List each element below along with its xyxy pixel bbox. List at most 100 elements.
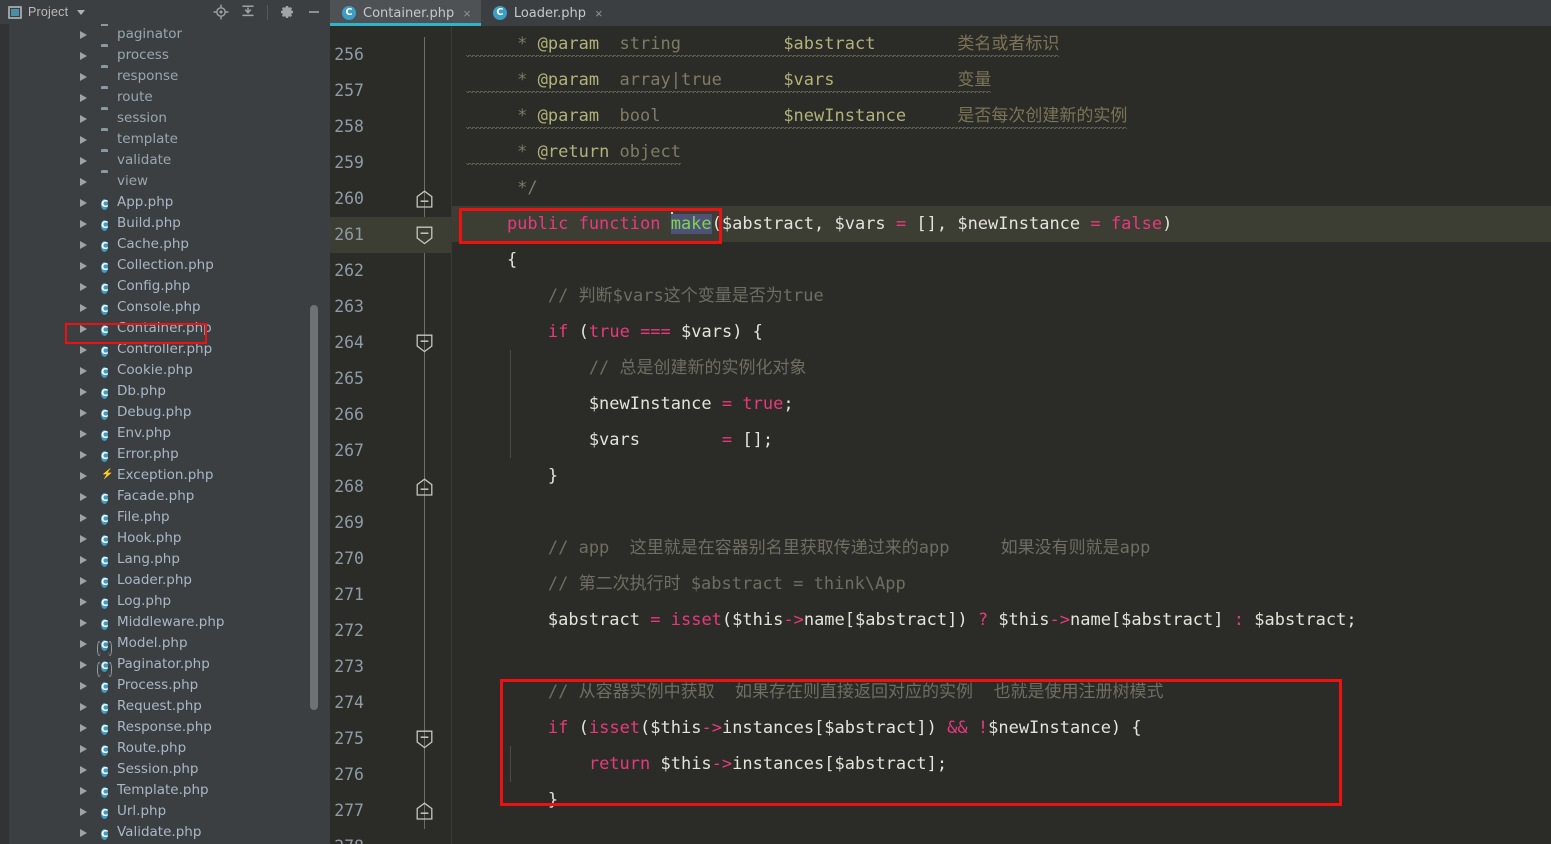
code-line-271[interactable]: // 第二次执行时 $abstract = think\App (452, 566, 1551, 602)
expand-arrow-icon[interactable] (80, 660, 87, 669)
tree-item-cache-php[interactable]: C Cache.php (9, 234, 330, 255)
tree-item-validate-php[interactable]: C Validate.php (9, 822, 330, 843)
tree-item-facade-php[interactable]: C Facade.php (9, 486, 330, 507)
code-line-274[interactable]: // 从容器实例中获取 如果存在则直接返回对应的实例 也就是使用注册树模式 (452, 674, 1551, 710)
tree-item-console-php[interactable]: C Console.php (9, 297, 330, 318)
tree-item-log-php[interactable]: C Log.php (9, 591, 330, 612)
expand-arrow-icon[interactable] (80, 72, 87, 81)
expand-arrow-icon[interactable] (80, 492, 87, 501)
tree-item-view[interactable]: view (9, 171, 330, 192)
code-line-268[interactable]: } (452, 458, 1551, 494)
code-line-263[interactable]: // 判断$vars这个变量是否为true (452, 278, 1551, 314)
project-tree-scrollbar[interactable] (310, 305, 318, 710)
code-line-278[interactable] (452, 818, 1551, 844)
expand-arrow-icon[interactable] (80, 429, 87, 438)
code-line-260[interactable]: */ (452, 170, 1551, 206)
locate-target-icon[interactable] (213, 4, 229, 20)
tree-item-response[interactable]: response (9, 66, 330, 87)
expand-arrow-icon[interactable] (80, 198, 87, 207)
tree-item-exception-php[interactable]: Exception.php (9, 465, 330, 486)
code-fold-toggle-icon[interactable] (416, 325, 433, 361)
tree-item-paginator[interactable]: paginator (9, 24, 330, 45)
expand-arrow-icon[interactable] (80, 576, 87, 585)
expand-arrow-icon[interactable] (80, 51, 87, 60)
code-line-275[interactable]: if (isset($this->instances[$abstract]) &… (452, 710, 1551, 746)
expand-arrow-icon[interactable] (80, 303, 87, 312)
expand-arrow-icon[interactable] (80, 702, 87, 711)
close-icon[interactable]: × (595, 6, 603, 21)
editor-tab-loader-php[interactable]: C Loader.php × (481, 0, 613, 26)
expand-arrow-icon[interactable] (80, 261, 87, 270)
tree-item-config-php[interactable]: C Config.php (9, 276, 330, 297)
project-title-group[interactable]: Project (8, 5, 86, 19)
expand-arrow-icon[interactable] (80, 408, 87, 417)
expand-arrow-icon[interactable] (80, 30, 87, 39)
tree-item-lang-php[interactable]: C Lang.php (9, 549, 330, 570)
editor-gutter[interactable]: 256 257 258 259 260 261 262 263 264 265 266 267 268 2… (330, 26, 452, 844)
expand-arrow-icon[interactable] (80, 93, 87, 102)
code-line-267[interactable]: $vars = []; (452, 422, 1551, 458)
expand-arrow-icon[interactable] (80, 240, 87, 249)
expand-arrow-icon[interactable] (80, 387, 87, 396)
tree-item-route-php[interactable]: C Route.php (9, 738, 330, 759)
expand-arrow-icon[interactable] (80, 513, 87, 522)
tree-item-session-php[interactable]: C Session.php (9, 759, 330, 780)
tree-item-error-php[interactable]: C Error.php (9, 444, 330, 465)
tree-item-db-php[interactable]: C Db.php (9, 381, 330, 402)
minimize-icon[interactable] (306, 4, 322, 20)
tree-item-loader-php[interactable]: C Loader.php (9, 570, 330, 591)
tree-item-request-php[interactable]: C Request.php (9, 696, 330, 717)
collapse-all-icon[interactable] (240, 4, 256, 20)
code-line-266[interactable]: $newInstance = true; (452, 386, 1551, 422)
code-line-262[interactable]: { (452, 242, 1551, 278)
code-fold-toggle-icon[interactable] (416, 469, 433, 505)
expand-arrow-icon[interactable] (80, 450, 87, 459)
tree-item-process[interactable]: process (9, 45, 330, 66)
code-line-256[interactable]: * @param string $abstract 类名或者标识 (452, 26, 1551, 62)
tree-item-collection-php[interactable]: C Collection.php (9, 255, 330, 276)
code-line-276[interactable]: return $this->instances[$abstract]; (452, 746, 1551, 782)
expand-arrow-icon[interactable] (80, 723, 87, 732)
tree-item-middleware-php[interactable]: C Middleware.php (9, 612, 330, 633)
expand-arrow-icon[interactable] (80, 618, 87, 627)
expand-arrow-icon[interactable] (80, 282, 87, 291)
tree-item-paginator-php[interactable]: C Paginator.php (9, 654, 330, 675)
tree-item-route[interactable]: route (9, 87, 330, 108)
code-fold-toggle-icon[interactable] (416, 181, 433, 217)
tree-item-controller-php[interactable]: C Controller.php (9, 339, 330, 360)
code-line-269[interactable] (452, 494, 1551, 530)
code-line-277[interactable]: } (452, 782, 1551, 818)
expand-arrow-icon[interactable] (80, 114, 87, 123)
expand-arrow-icon[interactable] (80, 786, 87, 795)
tree-item-container-php[interactable]: C Container.php (9, 318, 330, 339)
project-file-tree[interactable]: paginator process response route session temp… (9, 24, 330, 844)
expand-arrow-icon[interactable] (80, 156, 87, 165)
tree-item-cookie-php[interactable]: C Cookie.php (9, 360, 330, 381)
code-line-258[interactable]: * @param bool $newInstance 是否每次创建新的实例 (452, 98, 1551, 134)
expand-arrow-icon[interactable] (80, 807, 87, 816)
expand-arrow-icon[interactable] (80, 639, 87, 648)
code-fold-toggle-icon[interactable] (416, 721, 433, 757)
code-line-257[interactable]: * @param array|true $vars 变量 (452, 62, 1551, 98)
code-line-264[interactable]: if (true === $vars) { (452, 314, 1551, 350)
tree-item-env-php[interactable]: C Env.php (9, 423, 330, 444)
tree-item-hook-php[interactable]: C Hook.php (9, 528, 330, 549)
expand-arrow-icon[interactable] (80, 765, 87, 774)
expand-arrow-icon[interactable] (80, 744, 87, 753)
tree-item-response-php[interactable]: C Response.php (9, 717, 330, 738)
code-line-270[interactable]: // app 这里就是在容器别名里获取传递过来的app 如果没有则就是app (452, 530, 1551, 566)
code-content[interactable]: * @param string $abstract 类名或者标识 * @para… (452, 26, 1551, 844)
expand-arrow-icon[interactable] (80, 177, 87, 186)
chevron-down-icon[interactable] (77, 9, 86, 15)
code-line-265[interactable]: // 总是创建新的实例化对象 (452, 350, 1551, 386)
editor-tab-container-php[interactable]: C Container.php × (330, 0, 481, 26)
expand-arrow-icon[interactable] (80, 219, 87, 228)
code-line-259[interactable]: * @return object (452, 134, 1551, 170)
expand-arrow-icon[interactable] (80, 345, 87, 354)
tree-item-process-php[interactable]: C Process.php (9, 675, 330, 696)
code-fold-toggle-icon[interactable] (416, 217, 433, 253)
settings-gear-icon[interactable] (279, 4, 295, 20)
expand-arrow-icon[interactable] (80, 135, 87, 144)
code-fold-toggle-icon[interactable] (416, 793, 433, 829)
tree-item-url-php[interactable]: C Url.php (9, 801, 330, 822)
